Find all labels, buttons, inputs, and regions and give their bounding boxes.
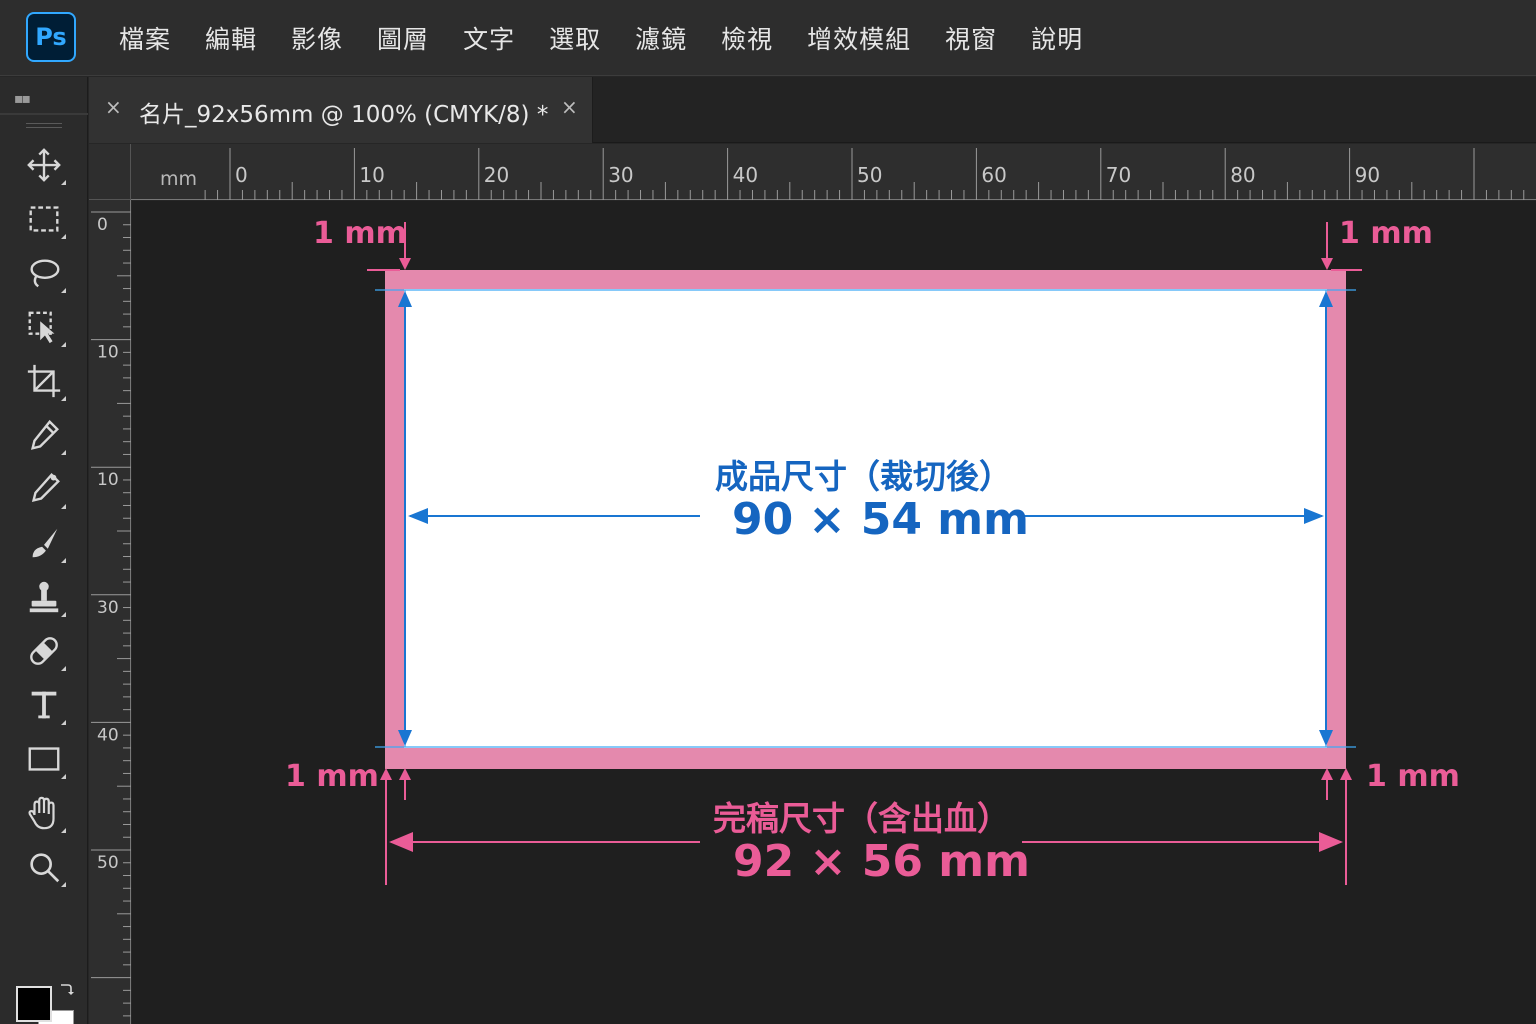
ruler-label: 30 — [608, 163, 633, 187]
ruler-label: 90 — [1355, 163, 1380, 187]
tools-panel: ▪▪ — [0, 77, 88, 1024]
zoom-icon — [30, 853, 60, 883]
rectangle-tool[interactable] — [20, 735, 68, 783]
healing-brush-tool[interactable] — [20, 465, 68, 513]
full-size-title: 完稿尺寸（含出血） — [713, 799, 1010, 838]
eyedropper-tool[interactable] — [20, 411, 68, 459]
trim-size-title: 成品尺寸（裁切後） — [715, 457, 1012, 496]
trim-size-value: 90 × 54 mm — [732, 494, 1029, 545]
menu-file[interactable]: 檔案 — [102, 20, 188, 56]
ruler-label: 30 — [97, 598, 119, 618]
ruler-unit-label: mm — [160, 168, 198, 190]
full-size-value: 92 × 56 mm — [733, 836, 1030, 887]
clone-stamp-tool[interactable] — [20, 573, 68, 621]
horizontal-ruler-ticks: 0 10 20 30 40 50 60 70 80 90 — [204, 148, 1525, 200]
eyedropper-icon — [30, 419, 59, 450]
type-tool[interactable] — [20, 681, 68, 729]
bleed-label-top-left: 1 mm — [313, 216, 407, 251]
horizontal-ruler[interactable]: 0 10 20 30 40 50 60 70 80 90 — [89, 144, 1536, 200]
menu-plugins[interactable]: 增效模組 — [790, 20, 928, 56]
foreground-color-swatch[interactable] — [16, 986, 52, 1022]
menu-bar: Ps 檔案 編輯 影像 圖層 文字 選取 濾鏡 檢視 增效模組 視窗 說明 — [0, 0, 1536, 76]
menu-help[interactable]: 說明 — [1014, 20, 1100, 56]
bleed-label-top-right: 1 mm — [1339, 216, 1433, 251]
move-tool[interactable] — [20, 141, 68, 189]
menu-window[interactable]: 視窗 — [928, 20, 1014, 56]
rectangle-icon — [28, 747, 60, 771]
ruler-origin-corner[interactable] — [89, 144, 131, 200]
ruler-label: 50 — [97, 853, 119, 873]
ruler-label: 20 — [484, 163, 509, 187]
spot-healing-icon — [30, 637, 58, 665]
ruler-label: 0 — [97, 215, 108, 235]
marquee-tool[interactable] — [20, 195, 68, 243]
menu-type[interactable]: 文字 — [446, 20, 532, 56]
menu-edit[interactable]: 編輯 — [188, 20, 274, 56]
menu-view[interactable]: 檢視 — [704, 20, 790, 56]
tab-close-icon[interactable]: × — [561, 95, 578, 119]
photoshop-window: Ps 檔案 編輯 影像 圖層 文字 選取 濾鏡 檢視 增效模組 視窗 說明 ▪▪ — [0, 0, 1536, 1024]
menu-select[interactable]: 選取 — [532, 20, 618, 56]
bleed-label-bottom-left: 1 mm — [285, 759, 379, 794]
ruler-label: 10 — [97, 470, 119, 490]
lasso-icon — [30, 259, 60, 288]
brush-icon — [32, 528, 58, 558]
move-icon — [27, 148, 61, 182]
toolbar-separator — [26, 127, 62, 128]
hand-icon — [28, 796, 55, 830]
crop-tool[interactable] — [20, 357, 68, 405]
ruler-label: 40 — [97, 725, 119, 745]
vertical-ruler-ticks: 0 10 10 30 40 50 — [91, 211, 131, 1017]
ruler-label: 50 — [857, 163, 882, 187]
object-selection-icon — [28, 311, 55, 344]
menu-layer[interactable]: 圖層 — [360, 20, 446, 56]
ruler-label: 10 — [359, 163, 384, 187]
zoom-tool[interactable] — [20, 843, 68, 891]
bleed-label-bottom-right: 1 mm — [1366, 759, 1460, 794]
type-icon — [31, 691, 57, 719]
document-tab[interactable]: × 名片_92x56mm @ 100% (CMYK/8) * × — [89, 77, 593, 143]
ruler-label: 70 — [1106, 163, 1131, 187]
toolbar-separator — [26, 123, 62, 124]
ruler-label: 60 — [981, 163, 1006, 187]
vertical-ruler[interactable]: 0 10 10 30 40 50 — [89, 200, 131, 1024]
canvas-area[interactable] — [132, 201, 1536, 1024]
swap-colors-icon[interactable] — [58, 982, 74, 998]
crop-icon — [27, 364, 61, 398]
document-tab-title: 名片_92x56mm @ 100% (CMYK/8) * — [139, 102, 549, 128]
menu-items: 檔案 編輯 影像 圖層 文字 選取 濾鏡 檢視 增效模組 視窗 說明 — [102, 0, 1100, 76]
clone-stamp-icon — [29, 581, 59, 613]
lasso-tool[interactable] — [20, 249, 68, 297]
hand-tool[interactable] — [20, 789, 68, 837]
panel-header-divider — [0, 113, 88, 115]
healing-brush-icon — [31, 473, 60, 503]
ruler-label: 10 — [97, 343, 119, 363]
spot-healing-tool[interactable] — [20, 627, 68, 675]
panel-grip-icon[interactable]: ▪▪ — [14, 91, 31, 107]
photoshop-logo: Ps — [26, 12, 76, 62]
rectangular-marquee-icon — [29, 206, 59, 232]
ruler-label: 40 — [733, 163, 758, 187]
object-selection-tool[interactable] — [20, 303, 68, 351]
brush-tool[interactable] — [20, 519, 68, 567]
ruler-label: 80 — [1230, 163, 1255, 187]
tab-close-icon[interactable]: × — [105, 95, 122, 119]
document-tab-bar: × 名片_92x56mm @ 100% (CMYK/8) * × — [89, 77, 1536, 143]
ruler-label: 0 — [235, 163, 248, 187]
menu-filter[interactable]: 濾鏡 — [618, 20, 704, 56]
menu-image[interactable]: 影像 — [274, 20, 360, 56]
